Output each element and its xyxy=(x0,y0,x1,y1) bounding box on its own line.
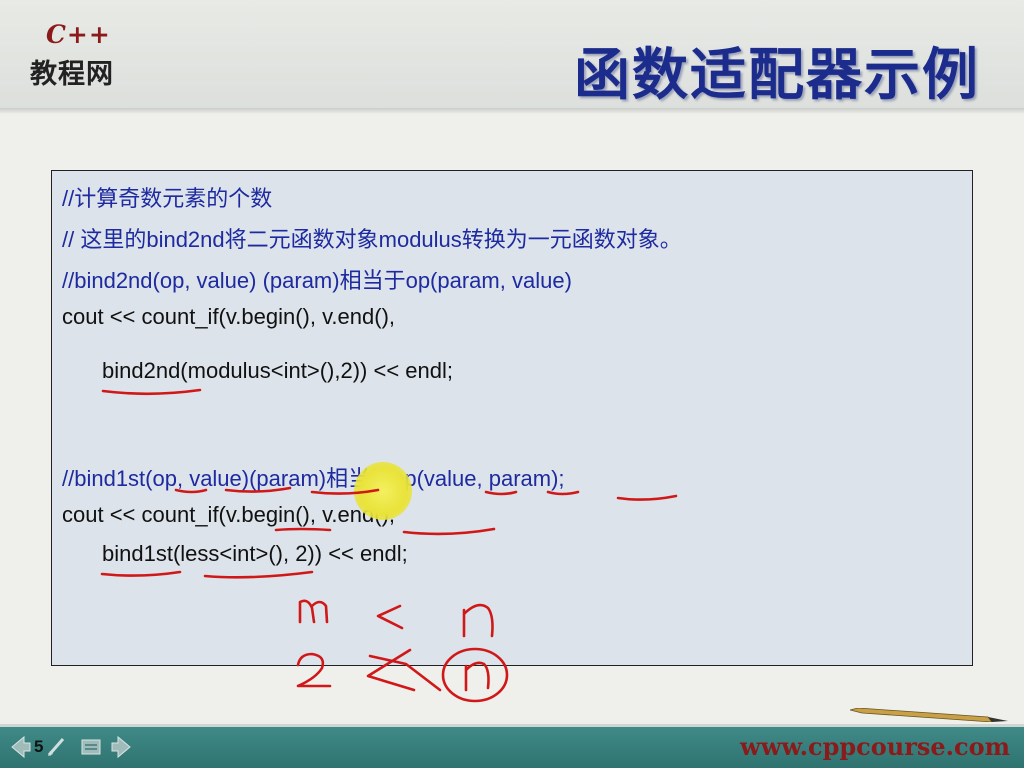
code-line-6: //bind1st(op, value)(param)相当于op(value, … xyxy=(62,466,565,491)
site-logo: C++ 教程网 xyxy=(30,20,140,90)
laser-pointer-highlight xyxy=(354,462,412,520)
code-line-1: //计算奇数元素的个数 xyxy=(62,186,273,211)
code-line-3: //bind2nd(op, value) (param)相当于op(param,… xyxy=(62,268,572,293)
pencil-icon xyxy=(850,708,1008,722)
slide-footer: 5 www.cppcourse.com xyxy=(0,727,1024,768)
prev-arrow-icon[interactable] xyxy=(10,735,32,759)
code-line-4: cout << count_if(v.begin(), v.end(), xyxy=(62,304,396,329)
page-number: 5 xyxy=(34,737,44,756)
code-line-5: bind2nd(modulus<int>(),2)) << endl; xyxy=(102,358,453,383)
slide-title: 函数适配器示例 xyxy=(574,42,980,108)
pen-icon[interactable] xyxy=(46,735,66,759)
code-line-7: cout << count_if(v.begin(), v.end(), xyxy=(62,502,396,527)
site-url: www.cppcourse.com xyxy=(740,732,1010,761)
logo-name-text: 教程网 xyxy=(30,59,114,90)
code-line-2: // 这里的bind2nd将二元函数对象modulus转换为一元函数对象。 xyxy=(62,227,682,252)
code-line-8: bind1st(less<int>(), 2)) << endl; xyxy=(102,541,408,566)
code-panel: //计算奇数元素的个数 // 这里的bind2nd将二元函数对象modulus转… xyxy=(51,170,973,666)
logo-cpp-text: C++ xyxy=(46,20,111,49)
menu-icon[interactable] xyxy=(80,735,102,759)
next-arrow-icon[interactable] xyxy=(110,735,132,759)
